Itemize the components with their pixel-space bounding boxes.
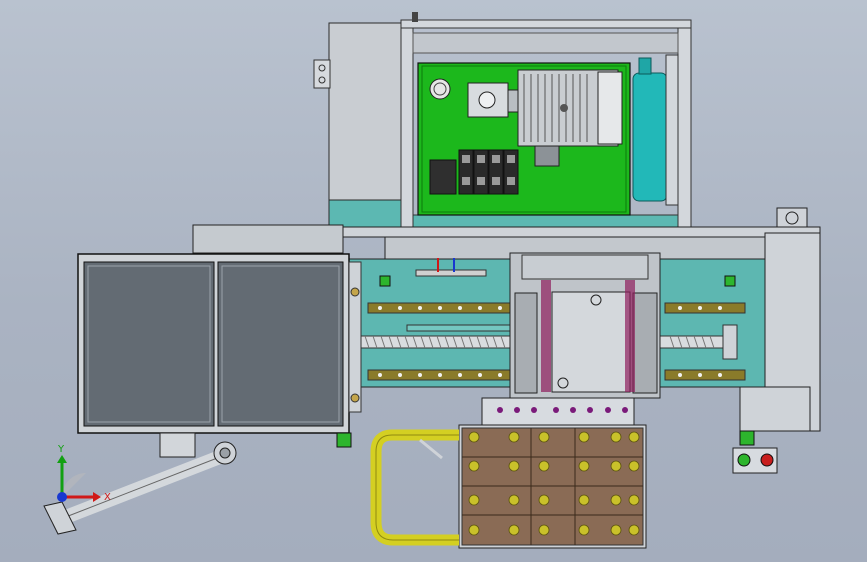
control-panel[interactable] xyxy=(732,447,778,474)
start-button-icon[interactable] xyxy=(737,453,751,467)
triad-x-label: X xyxy=(104,492,111,503)
lever-handle[interactable] xyxy=(43,441,237,535)
heating-plate[interactable] xyxy=(458,424,647,549)
screw-cover xyxy=(406,324,513,332)
carriage-top-bracket xyxy=(521,254,649,280)
cabinet-back-panel xyxy=(412,32,679,54)
hopper-hinge xyxy=(350,393,360,403)
linear-guide-rail xyxy=(664,369,746,381)
carriage-slot xyxy=(541,280,551,392)
tank-bracket xyxy=(665,54,679,206)
bed-top-rail xyxy=(339,226,821,238)
gearbox xyxy=(776,207,808,229)
valve-block xyxy=(429,159,457,195)
hose-clamp xyxy=(419,438,443,460)
frame-left-post xyxy=(400,27,414,228)
carriage-plate xyxy=(551,291,631,393)
hopper-side-rail xyxy=(348,261,362,413)
pump-shaft xyxy=(478,91,496,109)
tank-cap xyxy=(638,57,652,75)
motor-junction-box xyxy=(534,145,560,167)
cabinet-base-teal xyxy=(328,199,402,228)
carriage-column-left xyxy=(514,292,538,394)
pressure-gauge xyxy=(429,78,451,100)
cable-gland xyxy=(412,12,418,22)
sensor-bracket xyxy=(415,269,487,277)
motor-fan-cover xyxy=(597,71,623,145)
manifold-block[interactable] xyxy=(481,397,635,426)
coordinate-triad-icon: Y X xyxy=(57,444,111,503)
triad-z-axis xyxy=(57,492,67,502)
cabinet-base-plate xyxy=(412,214,679,228)
frame-right-post xyxy=(677,27,692,228)
linear-guide-rail xyxy=(664,302,746,314)
lever-pivot-bolt xyxy=(219,447,231,459)
hose-edge xyxy=(375,434,459,541)
side-cover-top xyxy=(192,224,344,254)
foot-pad xyxy=(336,432,352,448)
carriage-column-right xyxy=(632,292,658,394)
carriage-assembly[interactable] xyxy=(509,252,661,399)
lower-right-cover xyxy=(739,386,811,432)
hopper-window-left xyxy=(83,261,215,427)
lever-arm-edge xyxy=(57,454,226,521)
triad-y-label: Y xyxy=(57,444,65,455)
cad-model-drawing[interactable]: Y X xyxy=(0,0,867,562)
limit-sensor xyxy=(379,275,391,287)
hydraulic-hose xyxy=(370,429,459,546)
limit-sensor xyxy=(724,275,736,287)
hopper-hinge xyxy=(350,287,360,297)
motor-terminal xyxy=(560,104,568,112)
triad-y-arrow xyxy=(57,455,67,463)
cad-viewport[interactable]: Y X xyxy=(0,0,867,562)
carriage-slot xyxy=(625,280,635,392)
foot-pad xyxy=(739,430,755,446)
screw-end-bearing xyxy=(722,324,738,360)
triad-plane xyxy=(62,473,86,497)
stop-button-icon[interactable] xyxy=(760,453,774,467)
hinge-bracket xyxy=(313,59,331,89)
hopper-mount xyxy=(159,432,196,458)
hopper-box[interactable] xyxy=(77,253,362,458)
hopper-window-right xyxy=(217,261,344,427)
frame-top-rail xyxy=(400,19,692,29)
cabinet-side-panel xyxy=(328,22,402,201)
electrical-cabinet[interactable] xyxy=(313,12,808,229)
accumulator-tank xyxy=(632,72,668,202)
